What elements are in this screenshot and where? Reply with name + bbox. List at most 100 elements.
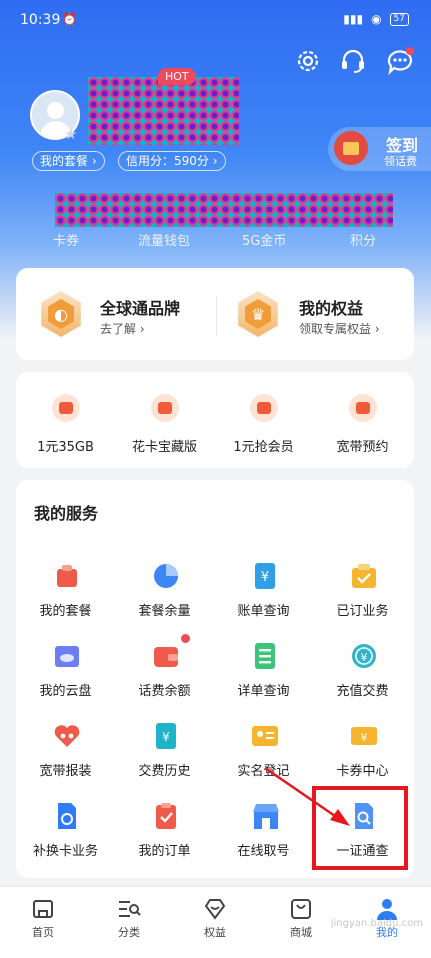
my-rights-entry[interactable]: ♛ 我的权益 领取专属权益 › <box>217 268 414 360</box>
5g-coin-link[interactable]: 5G金币 <box>242 230 286 249</box>
promo-item[interactable]: 花卡宝藏版 <box>115 372 214 468</box>
tab-mall[interactable]: 商城 <box>258 887 344 945</box>
service-label: 已订业务 <box>336 604 389 619</box>
service-plan-balance[interactable]: 套餐余量 <box>115 562 214 632</box>
tab-label: 首页 <box>32 926 54 939</box>
global-brand-title: 全球通品牌 <box>100 299 181 318</box>
wifi-bag-icon <box>52 394 80 422</box>
tab-benefits[interactable]: 权益 <box>172 887 258 945</box>
points-link[interactable]: 积分 <box>350 230 376 249</box>
service-sim-replace[interactable]: 补换卡业务 <box>16 802 115 872</box>
masked-quick-values <box>55 193 393 227</box>
notification-dot <box>181 634 190 643</box>
service-label: 补换卡业务 <box>32 844 98 859</box>
hot-badge: HOT <box>158 68 196 85</box>
service-payment-history[interactable]: ¥ 交费历史 <box>115 722 214 792</box>
service-label: 账单查询 <box>237 604 290 619</box>
service-detail-query[interactable]: 详单查询 <box>214 642 313 712</box>
service-bill-query[interactable]: ¥ 账单查询 <box>214 562 313 632</box>
highlight-box <box>312 786 408 870</box>
service-my-orders[interactable]: 我的订单 <box>115 802 214 872</box>
promo-item[interactable]: 宽带预约 <box>313 372 412 468</box>
message-icon[interactable] <box>384 45 416 77</box>
flower-card-icon <box>151 394 179 422</box>
tab-label: 分类 <box>118 926 140 939</box>
settings-icon[interactable] <box>292 45 324 77</box>
service-label: 我的云盘 <box>39 684 92 699</box>
global-brand-subtitle: 去了解 › <box>100 322 145 336</box>
tab-label: 权益 <box>204 926 226 939</box>
sim-card-icon <box>53 802 81 830</box>
service-label: 我的套餐 <box>39 604 92 619</box>
bill-icon: ¥ <box>251 562 279 590</box>
service-label: 在线取号 <box>237 844 290 859</box>
checkin-subtitle: 领话费 <box>384 155 417 168</box>
signal-icon: ▮▮▮ <box>343 12 364 26</box>
service-label: 套餐余量 <box>138 604 191 619</box>
service-recharge[interactable]: ¥ 充值交费 <box>313 642 412 712</box>
wifi-icon: ◉ <box>371 12 382 26</box>
member-bag-icon <box>250 394 278 422</box>
store-icon <box>251 802 279 830</box>
wallet-icon <box>152 642 180 670</box>
service-label: 卡券中心 <box>336 764 389 779</box>
home-icon <box>31 897 55 921</box>
tab-home[interactable]: 首页 <box>0 887 86 945</box>
pie-chart-icon <box>152 562 180 590</box>
global-brand-icon: ◐ <box>41 291 81 337</box>
my-rights-subtitle: 领取专属权益 › <box>299 322 380 336</box>
coupon-icon: ¥ <box>350 722 378 750</box>
id-card-icon <box>251 722 279 750</box>
gift-icon <box>334 131 368 165</box>
bag-icon <box>289 897 313 921</box>
data-wallet-link[interactable]: 流量钱包 <box>138 230 190 249</box>
global-brand-entry[interactable]: ◐ 全球通品牌 去了解 › <box>16 268 215 360</box>
recharge-icon: ¥ <box>350 642 378 670</box>
service-label: 详单查询 <box>237 684 290 699</box>
masked-username <box>88 77 239 145</box>
service-my-plan[interactable]: 我的套餐 <box>16 562 115 632</box>
tab-category[interactable]: 分类 <box>86 887 172 945</box>
service-label: 话费余额 <box>138 684 191 699</box>
alarm-icon: ⏰ <box>62 12 77 26</box>
battery-icon: 57 <box>389 12 409 26</box>
svg-text:¥: ¥ <box>261 570 269 585</box>
promo-label: 1元抢会员 <box>233 440 294 455</box>
service-subscribed[interactable]: 已订业务 <box>313 562 412 632</box>
package-icon <box>53 562 81 590</box>
service-label: 我的订单 <box>138 844 191 859</box>
star-badge-icon: ★ <box>64 125 78 143</box>
service-label: 交费历史 <box>138 764 191 779</box>
service-real-name[interactable]: 实名登记 <box>214 722 313 792</box>
credit-score-link[interactable]: 信用分：590分 › <box>118 151 226 171</box>
svg-text:¥: ¥ <box>162 730 170 744</box>
benefits-card: ◐ 全球通品牌 去了解 › ♛ 我的权益 领取专属权益 › <box>16 268 414 360</box>
checkin-button[interactable]: 签到 领话费 <box>328 127 431 171</box>
diamond-icon <box>203 897 227 921</box>
svg-text:¥: ¥ <box>361 651 368 664</box>
crown-icon: ♛ <box>238 291 278 337</box>
status-bar: 10:39 ⏰ ▮▮▮ ◉ 57 <box>0 0 431 40</box>
status-time: 10:39 <box>20 12 61 28</box>
promo-item[interactable]: 1元35GB <box>16 372 115 468</box>
svg-text:¥: ¥ <box>361 731 368 744</box>
coupon-link[interactable]: 卡券 <box>53 230 79 249</box>
service-label: 宽带报装 <box>39 764 92 779</box>
promo-label: 花卡宝藏版 <box>131 440 197 455</box>
promo-label: 1元35GB <box>37 440 94 455</box>
detail-list-icon <box>251 642 279 670</box>
subscribed-icon <box>350 562 378 590</box>
service-cloud-drive[interactable]: 我的云盘 <box>16 642 115 712</box>
category-icon <box>117 897 141 921</box>
my-plan-link[interactable]: 我的套餐 › <box>32 151 105 171</box>
watermark: jingyan.baidu.com <box>330 918 423 929</box>
service-online-number[interactable]: 在线取号 <box>214 802 313 872</box>
service-label: 充值交费 <box>336 684 389 699</box>
customer-service-icon[interactable] <box>337 45 369 77</box>
service-broadband-install[interactable]: 宽带报装 <box>16 722 115 792</box>
service-phone-balance[interactable]: 话费余额 <box>115 642 214 712</box>
service-coupon-center[interactable]: ¥ 卡券中心 <box>313 722 412 792</box>
promo-item[interactable]: 1元抢会员 <box>214 372 313 468</box>
promo-label: 宽带预约 <box>336 440 389 455</box>
tab-mine[interactable]: 我的 <box>344 887 430 945</box>
